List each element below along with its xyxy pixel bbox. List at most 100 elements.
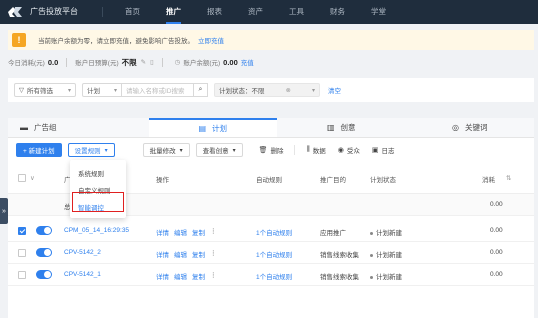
top-nav-bar: 广告投放平台 首页 推广 报表 资产 工具 财务 学堂 (0, 0, 538, 24)
detail-link[interactable]: 详情 (156, 271, 169, 281)
table-row: CPM_05_14_16:29:35 详情 编辑 复制 ⋮ 1个自动规则 应用推… (8, 220, 534, 242)
trash-icon: 🗑 (258, 147, 268, 154)
header-cost: 消耗 (482, 177, 495, 184)
row-enable-toggle[interactable] (36, 226, 52, 235)
chart-icon[interactable]: ▯ (150, 58, 154, 66)
header-purpose: 推广目的 (320, 177, 346, 184)
more-icon[interactable]: ⋮ (210, 227, 217, 235)
new-plan-button[interactable]: + 新建计划 (16, 143, 62, 157)
chevron-down-icon: ▾ (232, 147, 236, 154)
select-all-checkbox[interactable] (18, 174, 26, 182)
edit-link[interactable]: 编辑 (174, 271, 187, 281)
tab-creative[interactable]: ▥ 创意 (277, 118, 406, 137)
row-enable-toggle[interactable] (36, 270, 52, 279)
data-label: 数据 (312, 148, 326, 155)
nav-item-assets[interactable]: 资产 (248, 0, 263, 24)
chevron-down-icon: ▾ (104, 147, 108, 154)
tab-label: 创意 (340, 123, 356, 132)
plan-status-select[interactable]: 计划状态：不限 ⊗ ▾ (214, 83, 320, 97)
plan-name-link[interactable]: CPM_05_14_16:29:35 (64, 227, 129, 234)
row-checkbox[interactable] (18, 249, 26, 257)
header-expand-icon[interactable]: ∨ (30, 174, 35, 182)
set-rules-label: 设置规则 (74, 148, 101, 155)
balance-notice: ! 当前账户余额为零，请立即充值，避免影响广告投放。 立即充值 (8, 30, 534, 50)
clear-filters-link[interactable]: 清空 (328, 85, 341, 95)
logo-icon[interactable] (6, 5, 24, 19)
all-filter-label: 所有筛选 (27, 88, 53, 95)
summary-value: 0.00 (490, 201, 503, 208)
bar-chart-icon: ⫼ (306, 146, 310, 153)
row-checkbox[interactable] (18, 227, 26, 235)
sidebar-expand-handle[interactable]: » (0, 198, 8, 224)
plan-scope-select[interactable]: 计划 ▾ (82, 83, 122, 97)
plan-name-link[interactable]: CPV-5142_1 (64, 271, 101, 278)
filter-icon: ▽ (19, 87, 24, 94)
divider (293, 145, 295, 155)
status-dot-icon (370, 231, 373, 235)
log-button[interactable]: ▣ 日志 (372, 145, 395, 155)
search-input[interactable]: 请输入名称或ID搜索 (122, 83, 194, 97)
audience-icon: ◉ (337, 147, 344, 154)
clock-icon: ◷ (174, 59, 181, 66)
header-status: 计划状态 (370, 177, 396, 184)
row-enable-toggle[interactable] (36, 248, 52, 257)
plan-icon: ▤ (198, 124, 207, 133)
nav-item-home[interactable]: 首页 (125, 0, 140, 24)
edit-link[interactable]: 编辑 (174, 227, 187, 237)
cost-value: 0.00 (490, 271, 503, 278)
copy-link[interactable]: 复制 (192, 271, 205, 281)
auto-rule-link[interactable]: 1个自动规则 (256, 249, 292, 259)
creative-icon: ▥ (326, 123, 335, 132)
delete-button[interactable]: 🗑 删除 (259, 145, 284, 155)
tab-plan[interactable]: ▤ 计划 (148, 118, 277, 137)
clear-icon[interactable]: ⊗ (282, 87, 291, 94)
nav-item-tools[interactable]: 工具 (289, 0, 304, 24)
view-creative-button[interactable]: 查看创意 ▾ (195, 143, 243, 157)
copy-link[interactable]: 复制 (192, 227, 205, 237)
data-button[interactable]: ⫼ 数据 (307, 145, 326, 155)
detail-link[interactable]: 详情 (156, 249, 169, 259)
row-checkbox[interactable] (18, 271, 26, 279)
divider (66, 57, 68, 67)
plan-status-label: 计划状态：不限 (219, 88, 265, 95)
nav-item-promotion[interactable]: 推广 (166, 0, 181, 24)
balance-value: 0.00 (223, 57, 238, 67)
search-icon[interactable]: ⌕ (194, 83, 208, 97)
sort-icon[interactable]: ⇅ (506, 174, 511, 182)
set-rules-button[interactable]: 设置规则 ▾ (67, 143, 115, 157)
chevron-down-icon: ▾ (179, 147, 183, 154)
notice-text: 当前账户余额为零，请立即充值，避免影响广告投放。 (38, 38, 194, 45)
menu-item-system-rules[interactable]: 系统规则 (78, 168, 104, 178)
recharge-now-link[interactable]: 立即充值 (198, 35, 224, 45)
main-nav: 首页 推广 报表 资产 工具 财务 学堂 (125, 0, 412, 24)
status-text: 计划新建 (370, 271, 402, 281)
divider (161, 57, 163, 67)
copy-link[interactable]: 复制 (192, 249, 205, 259)
nav-item-reports[interactable]: 报表 (207, 0, 222, 24)
detail-link[interactable]: 详情 (156, 227, 169, 237)
batch-edit-button[interactable]: 批量修改 ▾ (142, 143, 190, 157)
tab-keyword[interactable]: ◎ 关键词 (406, 118, 535, 137)
auto-rule-link[interactable]: 1个自动规则 (256, 271, 292, 281)
auto-rule-link[interactable]: 1个自动规则 (256, 227, 292, 237)
status-dot-icon (370, 253, 373, 257)
nav-item-finance[interactable]: 财务 (330, 0, 345, 24)
all-filter-select[interactable]: ▽ 所有筛选 ▾ (14, 83, 76, 97)
tab-label: 广告组 (34, 123, 57, 132)
view-creative-label: 查看创意 (202, 148, 229, 155)
more-icon[interactable]: ⋮ (210, 249, 217, 257)
filter-bar: ▽ 所有筛选 ▾ 计划 ▾ 请输入名称或ID搜索 ⌕ 计划状态：不限 ⊗ ▾ 清… (8, 78, 534, 102)
purpose-text: 销售线索收集 (320, 274, 359, 281)
more-icon[interactable]: ⋮ (210, 271, 217, 279)
header-ops: 操作 (156, 177, 169, 184)
edit-link[interactable]: 编辑 (174, 249, 187, 259)
edit-icon[interactable]: ✎ (141, 58, 146, 66)
recharge-link[interactable]: 充值 (241, 57, 254, 67)
nav-item-academy[interactable]: 学堂 (371, 0, 386, 24)
chevron-down-icon: ▾ (311, 87, 315, 94)
plan-name-link[interactable]: CPV-5142_2 (64, 249, 101, 256)
audience-button[interactable]: ◉ 受众 (338, 145, 360, 155)
keyword-icon: ◎ (452, 123, 459, 132)
tab-ad-group[interactable]: ▬ 广告组 (8, 118, 149, 137)
tab-label: 计划 (212, 124, 228, 133)
